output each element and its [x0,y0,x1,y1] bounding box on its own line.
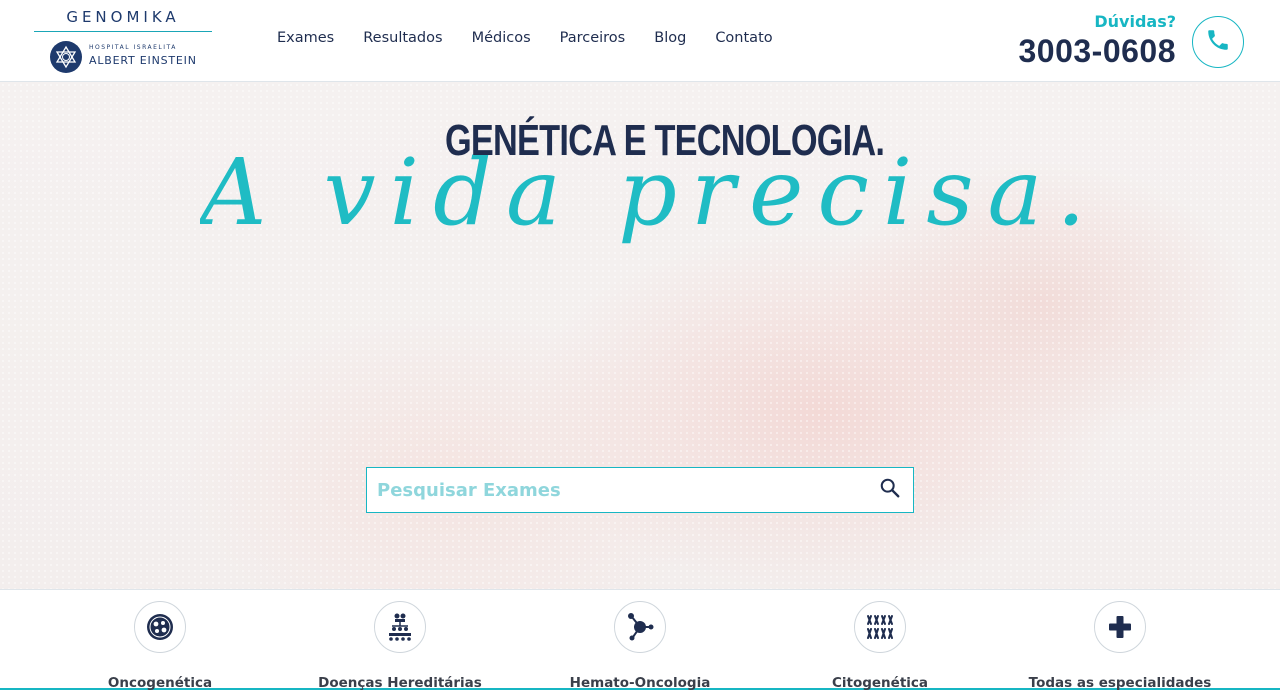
hero-banner: A vida precisa. GENÉTICA E TECNOLOGIA. [0,82,1280,589]
cell-icon [134,601,186,653]
logo-wordmark: GENOMIKA [66,8,180,26]
genomika-logo[interactable]: GENOMIKA HOSPITAL ISRAELITA ALBERT EINST… [34,8,212,74]
specialty-hemato-oncologia[interactable]: Hemato-Oncologia [520,601,760,690]
chromosome-icon [854,601,906,653]
specialty-label: Todas as especialidades [1028,675,1212,690]
logo-hospital-label: HOSPITAL ISRAELITA [89,44,177,51]
site-header: GENOMIKA HOSPITAL ISRAELITA ALBERT EINST… [0,0,1280,82]
specialty-label: Doenças Hereditárias [318,675,482,690]
nav-item-medicos[interactable]: Médicos [472,30,531,46]
search-button[interactable] [867,468,913,512]
specialty-todas[interactable]: Todas as especialidades [1000,601,1240,690]
nav-item-blog[interactable]: Blog [654,30,686,46]
specialty-label: Oncogenética [107,675,213,690]
help-question: Dúvidas? [1094,12,1176,31]
contact-block: Dúvidas? 3003-0608 [1018,12,1176,70]
search-input[interactable] [367,468,867,512]
search-icon [879,477,901,503]
main-nav: Exames Resultados Médicos Parceiros Blog… [277,30,802,46]
search-box [366,467,914,513]
einstein-emblem-icon [50,41,82,73]
nav-item-resultados[interactable]: Resultados [363,30,442,46]
nav-item-exames[interactable]: Exames [277,30,334,46]
phone-icon [1205,27,1231,57]
specialty-oncogenetica[interactable]: Oncogenética [40,601,280,690]
specialty-label: Citogenética [831,675,929,690]
plus-icon [1094,601,1146,653]
specialty-label: Hemato-Oncologia [569,675,711,690]
call-button[interactable] [1192,16,1244,68]
nav-item-contato[interactable]: Contato [715,30,772,46]
phone-number[interactable]: 3003-0608 [1018,33,1176,70]
molecule-icon [614,601,666,653]
specialty-doencas-hereditarias[interactable]: Doenças Hereditárias [280,601,520,690]
family-tree-icon [374,601,426,653]
specialties-bar: Oncogenética Doenças Hereditárias Hemato… [0,589,1280,690]
logo-divider [34,31,212,32]
hero-title: GENÉTICA E TECNOLOGIA. [445,116,885,165]
logo-hospital-name: ALBERT EINSTEIN [89,54,197,67]
specialty-citogenetica[interactable]: Citogenética [760,601,1000,690]
nav-item-parceiros[interactable]: Parceiros [560,30,626,46]
